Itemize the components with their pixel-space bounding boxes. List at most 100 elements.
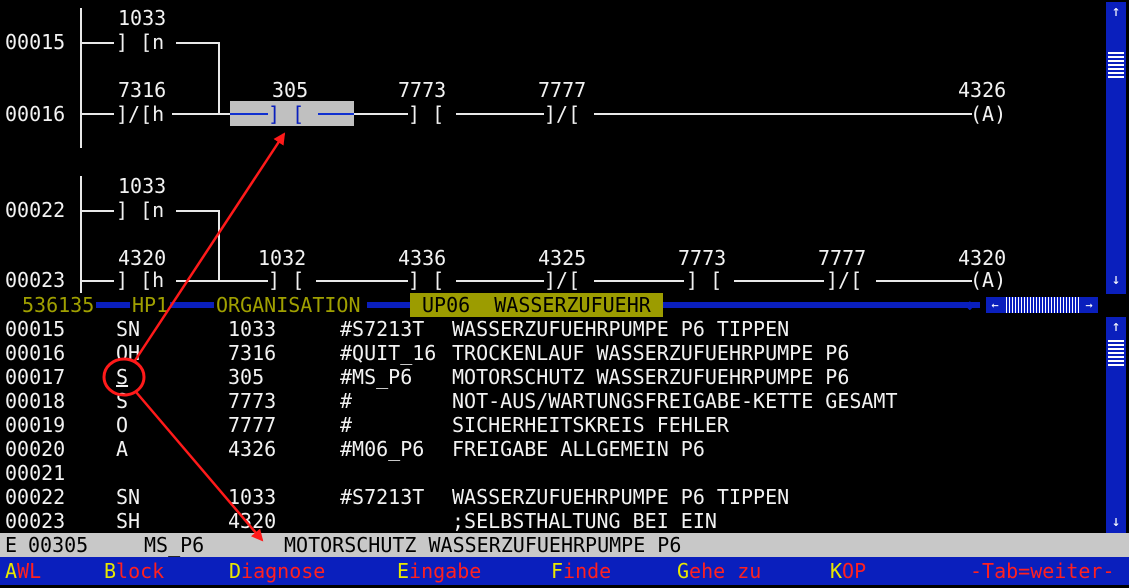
operand: 4320 bbox=[228, 509, 277, 533]
menu-hotkey: G bbox=[677, 559, 690, 583]
wire bbox=[82, 210, 114, 212]
scroll-thumb[interactable] bbox=[1108, 340, 1124, 366]
menu-hotkey: K bbox=[830, 559, 843, 583]
scroll-right-arrow-icon[interactable]: → bbox=[1080, 297, 1098, 313]
organisation-label: ORGANISATION bbox=[214, 293, 367, 317]
coil-number: 4326 bbox=[958, 78, 1007, 102]
menu-item-gehe-zu[interactable]: Gehe zu bbox=[677, 559, 761, 583]
menu-label: -Tab=weiter- bbox=[970, 559, 1115, 583]
menu-hotkey: B bbox=[104, 559, 117, 583]
ladder-scrollbar[interactable] bbox=[1106, 2, 1126, 294]
operand-number: 4320 bbox=[118, 246, 167, 270]
status-address: 00305 bbox=[28, 533, 89, 557]
comment: WASSERZUFUEHRPUMPE P6 TIPPEN bbox=[452, 485, 790, 509]
contact-symbol[interactable]: ] [h bbox=[116, 268, 164, 292]
up-label: UP06 WASSERZUFUEHR bbox=[410, 293, 663, 317]
scroll-up-arrow-icon[interactable]: ↑ bbox=[1106, 4, 1126, 19]
contact-symbol[interactable]: ] [ bbox=[268, 268, 304, 292]
menu-item-tab-weiter[interactable]: -Tab=weiter- bbox=[970, 559, 1115, 583]
coil-number: 4320 bbox=[958, 246, 1007, 270]
wire bbox=[230, 113, 268, 115]
resize-handle-icon[interactable]: ↕ bbox=[965, 295, 977, 315]
line-number: 00018 bbox=[5, 389, 66, 413]
symbol: #M06_P6 bbox=[340, 437, 425, 461]
menu-item-finde[interactable]: Finde bbox=[551, 559, 611, 583]
contact-symbol[interactable]: ]/[ bbox=[544, 268, 580, 292]
operand-number: 7777 bbox=[538, 78, 587, 102]
scroll-left-arrow-icon[interactable]: ← bbox=[986, 297, 1004, 313]
line-number: 00019 bbox=[5, 413, 66, 437]
line-number: 00015 bbox=[5, 317, 66, 341]
wire bbox=[594, 113, 972, 115]
hp-label: HP1 bbox=[130, 293, 171, 317]
divider-gap bbox=[0, 295, 20, 315]
wire bbox=[82, 280, 114, 282]
operand-number: 1033 bbox=[118, 6, 167, 30]
menu-hotkey: E bbox=[397, 559, 410, 583]
symbol: # bbox=[340, 413, 353, 437]
status-kind: E bbox=[5, 533, 18, 557]
plc-editor-screen: 00015 1033 ] [n 00016 7316 ]/[h 305 ] [ … bbox=[0, 0, 1129, 588]
menu-bar: AWL Block Diagnose Eingabe Finde Gehe zu… bbox=[0, 557, 1129, 585]
wire bbox=[218, 210, 220, 282]
wire bbox=[176, 280, 268, 282]
operand: 7777 bbox=[228, 413, 277, 437]
contact-symbol[interactable]: ]/[h bbox=[116, 102, 164, 126]
line-number: 00022 bbox=[5, 485, 66, 509]
rung-address: 00015 bbox=[5, 30, 66, 54]
coil-symbol[interactable]: (A) bbox=[970, 102, 1006, 126]
symbol: #MS_P6 bbox=[340, 365, 413, 389]
menu-item-block[interactable]: Block bbox=[104, 559, 164, 583]
status-symbol: MS_P6 bbox=[144, 533, 205, 557]
wire bbox=[456, 113, 544, 115]
line-number: 00023 bbox=[5, 509, 66, 533]
rung-address: 00022 bbox=[5, 198, 66, 222]
wire bbox=[316, 280, 408, 282]
operand-number: 7773 bbox=[398, 78, 447, 102]
comment: MOTORSCHUTZ WASSERZUFUEHRPUMPE P6 bbox=[452, 365, 850, 389]
line-number: 00021 bbox=[5, 461, 66, 485]
contact-symbol[interactable]: ] [ bbox=[686, 268, 722, 292]
operand: 7316 bbox=[228, 341, 277, 365]
menu-item-awl[interactable]: AWL bbox=[5, 559, 41, 583]
wire bbox=[456, 280, 544, 282]
menu-item-diagnose[interactable]: Diagnose bbox=[229, 559, 325, 583]
comment: NOT-AUS/WARTUNGSFREIGABE-KETTE GESAMT bbox=[452, 389, 898, 413]
scroll-thumb[interactable] bbox=[1108, 52, 1124, 78]
operand-number: 7773 bbox=[678, 246, 727, 270]
menu-label: OP bbox=[842, 559, 867, 583]
wire bbox=[734, 280, 824, 282]
contact-symbol[interactable]: ]/[ bbox=[544, 102, 580, 126]
wire bbox=[218, 42, 220, 114]
symbol: #S7213T bbox=[340, 485, 425, 509]
contact-symbol[interactable]: ] [ bbox=[268, 102, 304, 126]
menu-hotkey: D bbox=[229, 559, 242, 583]
power-rail bbox=[80, 8, 82, 148]
contact-symbol[interactable]: ] [ bbox=[408, 102, 444, 126]
operand-number: 4336 bbox=[398, 246, 447, 270]
status-bar: E 00305 MS_P6 MOTORSCHUTZ WASSERZUFUEHRP… bbox=[0, 533, 1129, 557]
comment: SICHERHEITSKREIS FEHLER bbox=[452, 413, 729, 437]
menu-item-eingabe[interactable]: Eingabe bbox=[397, 559, 481, 583]
op-code: A bbox=[116, 437, 129, 461]
op-code: OH bbox=[116, 341, 141, 365]
line-number: 00020 bbox=[5, 437, 66, 461]
menu-label: lock bbox=[116, 559, 165, 583]
divider-bar: 536135 HP1 ORGANISATION UP06 WASSERZUFUE… bbox=[0, 293, 1129, 317]
wire bbox=[176, 42, 220, 44]
contact-symbol[interactable]: ]/[ bbox=[826, 268, 862, 292]
contact-symbol[interactable]: ] [n bbox=[116, 30, 164, 54]
contact-symbol[interactable]: ] [ bbox=[408, 268, 444, 292]
scroll-down-arrow-icon[interactable]: ↓ bbox=[1106, 272, 1126, 287]
line-number: 00016 bbox=[5, 341, 66, 365]
menu-item-kop[interactable]: KOP bbox=[830, 559, 866, 583]
symbol: #QUIT_16 bbox=[340, 341, 437, 365]
contact-symbol[interactable]: ] [n bbox=[116, 198, 164, 222]
scroll-up-arrow-icon[interactable]: ↑ bbox=[1106, 319, 1126, 334]
op-code: SN bbox=[116, 485, 141, 509]
scroll-down-arrow-icon[interactable]: ↓ bbox=[1106, 514, 1126, 529]
wire bbox=[82, 113, 114, 115]
coil-symbol[interactable]: (A) bbox=[970, 268, 1006, 292]
operand-number: 7777 bbox=[818, 246, 867, 270]
operand: 1033 bbox=[228, 485, 277, 509]
